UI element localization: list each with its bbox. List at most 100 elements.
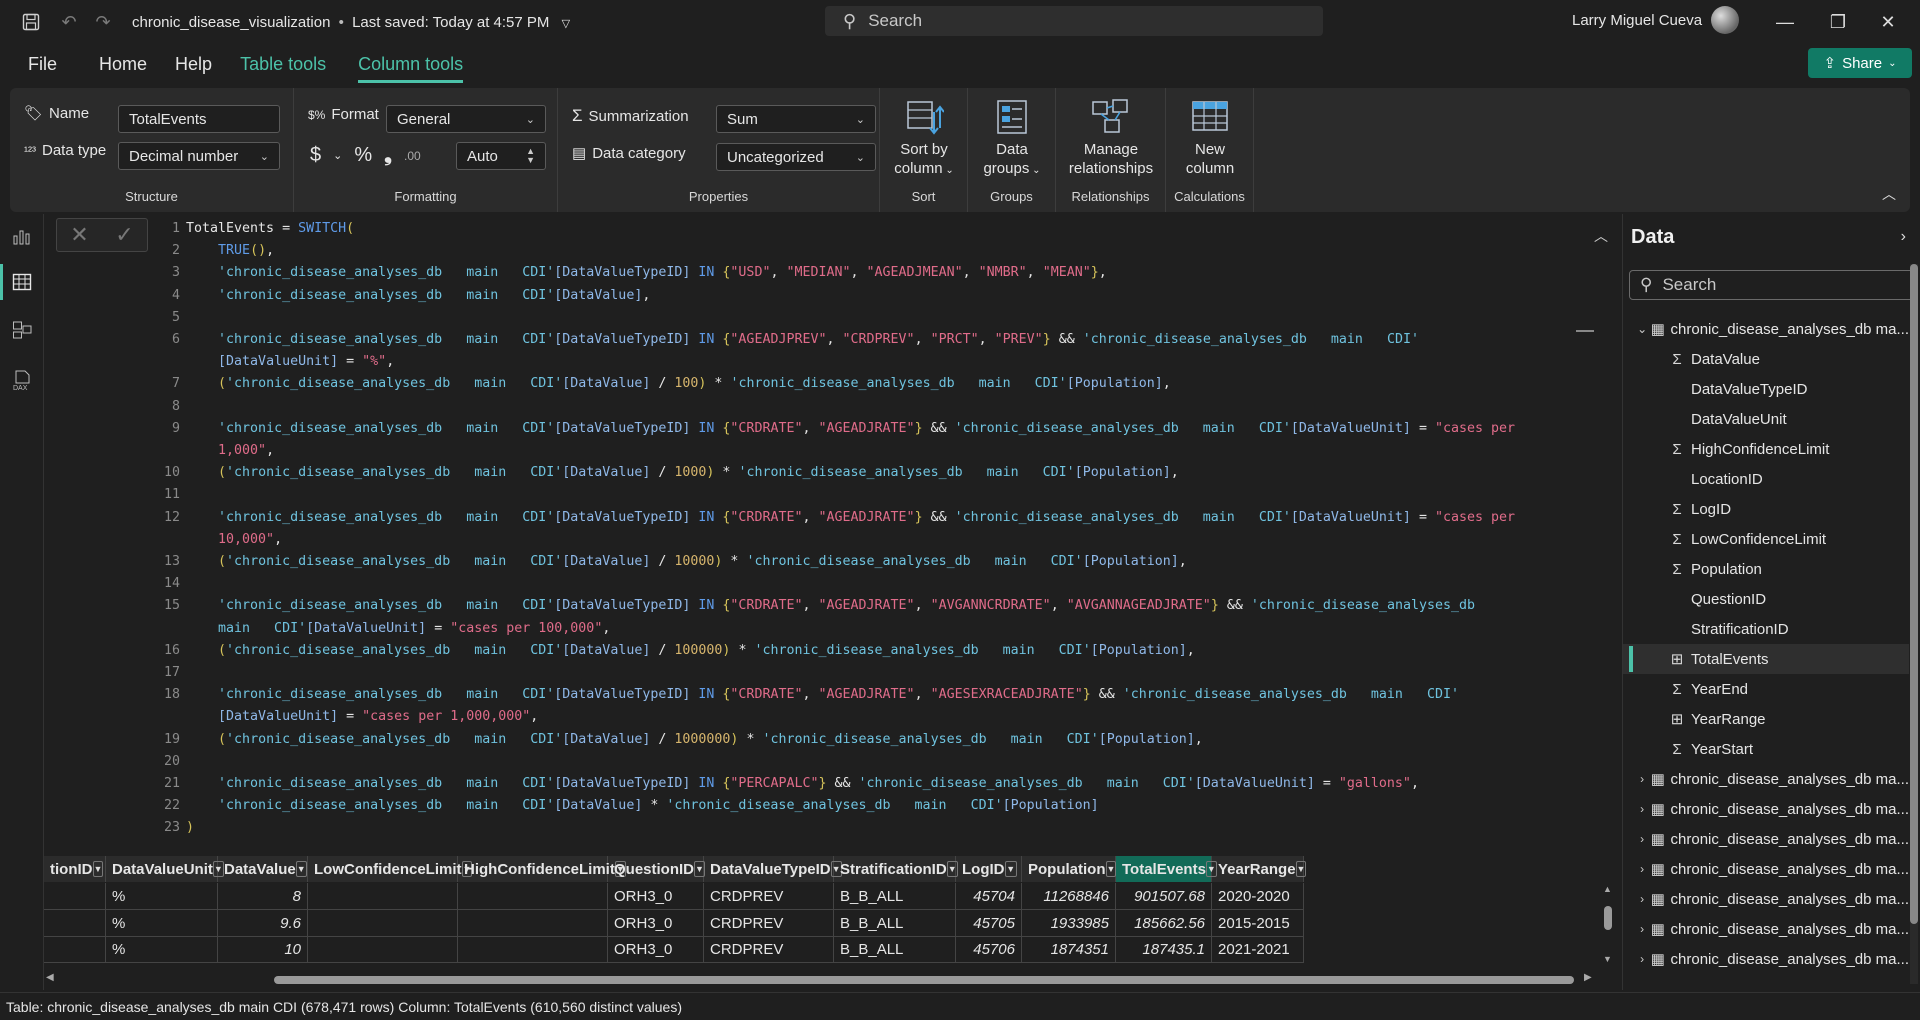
menu-table-tools[interactable]: Table tools	[240, 54, 326, 75]
scroll-right-icon[interactable]: ▶	[1584, 972, 1592, 983]
table-cell[interactable]: 1874351	[1022, 936, 1116, 963]
field-node[interactable]: LocationID	[1623, 464, 1909, 494]
field-node[interactable]: Σ HighConfidenceLimit	[1623, 434, 1909, 464]
stepper-icon[interactable]: ▲ ▼	[526, 147, 535, 165]
chevron-right-icon[interactable]: ›	[1635, 892, 1649, 906]
chevron-down-icon[interactable]: ⌄	[1635, 322, 1649, 336]
table-cell[interactable]: CRDPREV	[704, 936, 834, 963]
menu-home[interactable]: Home	[99, 54, 147, 75]
field-node[interactable]: StratificationID	[1623, 614, 1909, 644]
filter-dropdown-icon[interactable]: ▼	[1295, 861, 1307, 877]
field-node[interactable]: Σ YearEnd	[1623, 674, 1909, 704]
collapse-formula-icon[interactable]: ︿	[1594, 226, 1608, 246]
chevron-down-icon[interactable]: ⌄	[333, 149, 342, 162]
field-node[interactable]: ⊞ TotalEvents	[1623, 644, 1909, 674]
filter-dropdown-icon[interactable]: ▼	[1004, 861, 1017, 877]
table-cell[interactable]: 45705	[956, 909, 1022, 937]
commit-formula-icon[interactable]: ✓	[115, 222, 133, 248]
column-header[interactable]: YearRange ▼	[1212, 856, 1307, 882]
decimal-icon[interactable]: .00	[404, 149, 421, 163]
table-cell[interactable]: ORH3_0	[608, 883, 704, 910]
user-name[interactable]: Larry Miguel Cueva	[1572, 12, 1702, 29]
grid-horizontal-scrollbar[interactable]: ◀ ▶	[44, 972, 1616, 986]
table-node[interactable]: › ▦ chronic_disease_analyses_db ma...	[1623, 764, 1909, 794]
currency-icon[interactable]: $	[310, 144, 321, 167]
grid-vscroll-thumb[interactable]	[1604, 906, 1612, 930]
report-view-icon[interactable]	[10, 224, 34, 248]
global-search-input[interactable]: ⚲ Search	[825, 6, 1323, 36]
table-cell[interactable]: %	[106, 883, 218, 910]
table-cell[interactable]: 2015-2015	[1212, 909, 1304, 937]
new-column-button[interactable]: New column	[1166, 98, 1254, 178]
column-header[interactable]: StratificationID ▼	[834, 856, 958, 882]
column-header[interactable]: Population ▼	[1022, 856, 1117, 882]
minimize-icon[interactable]: —	[1765, 8, 1805, 36]
scroll-up-icon[interactable]: ▲	[1603, 884, 1612, 894]
dax-formula-editor[interactable]: 1 TotalEvents = SWITCH(2 TRUE(), 3 'chroni…	[156, 218, 1616, 854]
column-header[interactable]: tionID ▼	[44, 856, 106, 882]
chevron-right-icon[interactable]: ›	[1635, 862, 1649, 876]
table-cell[interactable]: CRDPREV	[704, 883, 834, 910]
table-cell[interactable]	[308, 909, 458, 937]
table-row[interactable]: % 8 ORH3_0 CRDPREV B_B_ALL 45704 11268846 90150…	[44, 883, 1304, 910]
document-title[interactable]: chronic_disease_visualization • Last sav…	[132, 14, 570, 31]
field-node[interactable]: Σ Population	[1623, 554, 1909, 584]
table-cell[interactable]: 8	[218, 883, 308, 910]
undo-icon[interactable]: ↶	[54, 7, 84, 37]
cancel-formula-icon[interactable]: ✕	[70, 222, 88, 248]
table-cell[interactable]: 187435.1	[1116, 936, 1212, 963]
table-cell[interactable]	[458, 936, 608, 963]
chevron-right-icon[interactable]: ›	[1635, 952, 1649, 966]
table-node[interactable]: › ▦ chronic_disease_analyses_db ma...	[1623, 914, 1909, 944]
table-cell[interactable]: 2021-2021	[1212, 936, 1304, 963]
table-cell[interactable]	[458, 883, 608, 910]
close-icon[interactable]: ✕	[1868, 8, 1908, 36]
menu-column-tools[interactable]: Column tools	[358, 54, 464, 83]
table-cell[interactable]: B_B_ALL	[834, 909, 956, 937]
grid-hscroll-thumb[interactable]	[274, 976, 1574, 984]
menu-help[interactable]: Help	[175, 54, 212, 75]
model-view-icon[interactable]	[10, 318, 34, 342]
table-node[interactable]: › ▦ chronic_disease_analyses_db ma...	[1623, 794, 1909, 824]
field-node[interactable]: DataValueUnit	[1623, 404, 1909, 434]
field-node[interactable]: Σ LowConfidenceLimit	[1623, 524, 1909, 554]
table-cell[interactable]: ORH3_0	[608, 936, 704, 963]
column-header[interactable]: QuestionID ▼	[608, 856, 705, 882]
table-node[interactable]: › ▦ chronic_disease_analyses_db ma...	[1623, 944, 1909, 974]
decimal-places-stepper[interactable]: Auto ▲ ▼	[456, 142, 546, 170]
table-cell[interactable]: 185662.56	[1116, 909, 1212, 937]
name-input[interactable]: TotalEvents	[118, 105, 280, 133]
column-header[interactable]: TotalEvents ▼	[1116, 856, 1217, 882]
datacategory-select[interactable]: Uncategorized ⌄	[716, 143, 876, 171]
column-header[interactable]: DataValue ▼	[218, 856, 308, 882]
manage-relationships-button[interactable]: Manage relationships	[1056, 98, 1166, 178]
table-cell[interactable]: 9.6	[218, 909, 308, 937]
grid-vertical-scrollbar[interactable]: ▲ ▼	[1602, 884, 1614, 968]
column-header[interactable]: HighConfidenceLimit ▼	[458, 856, 626, 882]
table-cell[interactable]	[308, 936, 458, 963]
collapse-ribbon-icon[interactable]: ︿	[1882, 184, 1896, 204]
filter-dropdown-icon[interactable]: ▼	[92, 861, 104, 877]
chevron-right-icon[interactable]: ›	[1635, 802, 1649, 816]
percent-icon[interactable]: %	[354, 144, 372, 167]
filter-dropdown-icon[interactable]: ▼	[295, 861, 307, 877]
table-cell[interactable]	[44, 936, 106, 963]
column-header[interactable]: DataValueTypeID ▼	[704, 856, 842, 882]
save-icon[interactable]	[16, 7, 46, 37]
comma-icon[interactable]: ❟	[384, 144, 392, 167]
avatar[interactable]	[1711, 6, 1739, 34]
table-cell[interactable]	[458, 909, 608, 937]
field-node[interactable]: QuestionID	[1623, 584, 1909, 614]
scroll-left-icon[interactable]: ◀	[46, 972, 54, 983]
table-cell[interactable]: ORH3_0	[608, 909, 704, 937]
table-cell[interactable]: 901507.68	[1116, 883, 1212, 910]
table-cell[interactable]	[44, 909, 106, 937]
scroll-down-icon[interactable]: ▼	[1603, 954, 1612, 964]
table-row[interactable]: % 9.6 ORH3_0 CRDPREV B_B_ALL 45705 1933985 1856…	[44, 909, 1304, 937]
field-node[interactable]: Σ LogID	[1623, 494, 1909, 524]
table-cell[interactable]: 10	[218, 936, 308, 963]
table-cell[interactable]: B_B_ALL	[834, 936, 956, 963]
table-cell[interactable]: %	[106, 909, 218, 937]
sort-by-column-button[interactable]: Sort by column ⌄	[880, 98, 968, 180]
table-cell[interactable]	[44, 883, 106, 910]
